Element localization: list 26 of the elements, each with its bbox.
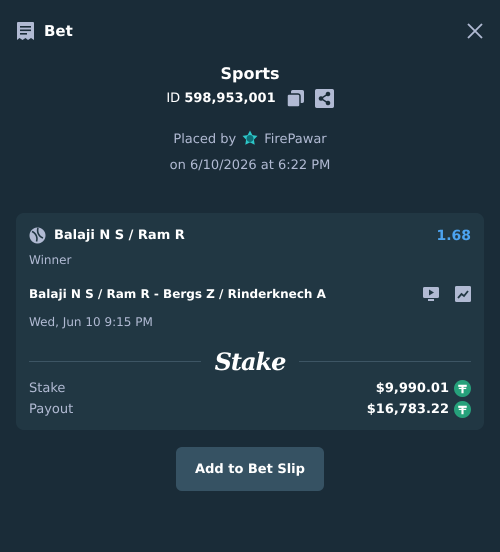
brand-logo: Stake — [214, 347, 286, 376]
live-stream-button[interactable] — [423, 286, 439, 302]
stats-button[interactable] — [455, 286, 471, 302]
username-link[interactable]: FirePawar — [264, 132, 327, 146]
share-button[interactable] — [314, 89, 334, 108]
dialog-title: Bet — [44, 22, 74, 40]
placed-date: on 6/10/2026 at 6:22 PM — [170, 158, 330, 173]
event-name[interactable]: Balaji N S / Ram R - Bergs Z / Rinderknech A — [29, 287, 407, 301]
placed-by-label: Placed by — [173, 132, 236, 146]
selection-name: Balaji N S / Ram R — [54, 228, 185, 243]
tether-coin-icon — [454, 380, 471, 397]
market-label: Winner — [29, 253, 72, 267]
amount-label: Stake — [29, 381, 66, 396]
add-to-bet-slip-button[interactable]: Add to Bet Slip — [176, 447, 324, 491]
tether-coin-icon — [454, 401, 471, 418]
tennis-ball-icon — [29, 227, 46, 244]
amount-value: $9,990.01 — [376, 381, 449, 396]
bet-id: ID 598,953,001 — [166, 91, 276, 106]
amount-label: Payout — [29, 402, 74, 417]
odds: 1.68 — [436, 228, 471, 244]
bet-category: Sports — [220, 64, 280, 83]
copy-button[interactable] — [286, 89, 305, 108]
amount-value: $16,783.22 — [366, 402, 449, 417]
close-button[interactable] — [466, 22, 484, 40]
receipt-icon — [16, 21, 35, 41]
event-time: Wed, Jun 10 9:15 PM — [29, 315, 154, 329]
